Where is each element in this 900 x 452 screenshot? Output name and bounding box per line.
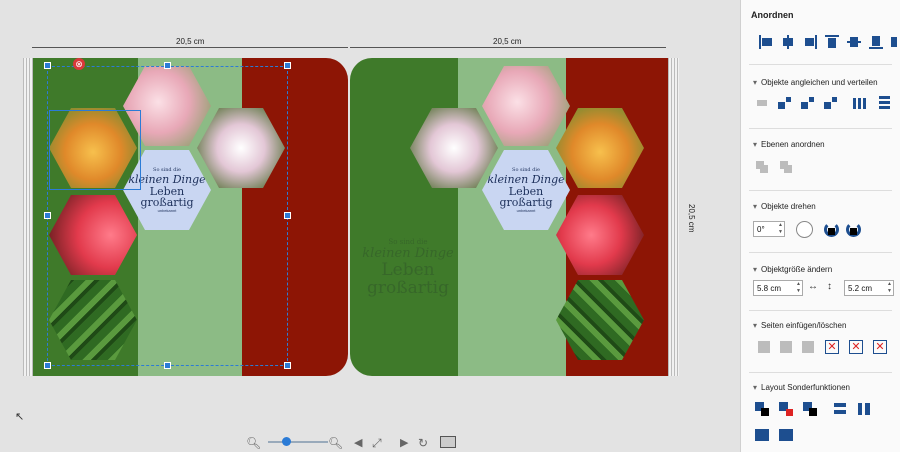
right-page[interactable]: So sind die kleinen Dinge Leben großarti… (350, 58, 668, 376)
dimension-label-left: 20,5 cm (176, 37, 205, 46)
resize-handle-bl[interactable] (44, 362, 51, 369)
book-edge-right (668, 58, 679, 376)
send-backward-icon (779, 160, 793, 174)
keyboard-icon[interactable] (440, 436, 456, 448)
align-center-h-icon[interactable] (781, 35, 795, 49)
insert-spread-icon (801, 340, 815, 354)
match-size-icon (755, 96, 769, 110)
watermark-line-4: großartig (366, 278, 449, 298)
rotation-dial-icon[interactable] (796, 221, 813, 238)
align-left-icon[interactable] (759, 35, 773, 49)
match-width-icon[interactable] (778, 96, 792, 110)
quote-line-5: unbekannt (516, 208, 536, 213)
rotate-left-icon[interactable] (823, 221, 840, 238)
resize-handle-ml[interactable] (44, 212, 51, 219)
delete-spread-icon[interactable]: ✕ (873, 340, 887, 354)
watermark-line-3: Leben (381, 260, 435, 280)
delete-object-icon[interactable]: ⊗ (73, 58, 85, 70)
layout-copy-icon[interactable] (803, 402, 817, 416)
delete-page-right-icon[interactable]: ✕ (849, 340, 863, 354)
more-align-icon[interactable] (891, 35, 900, 49)
layout-remove-icon[interactable] (779, 402, 793, 416)
height-input[interactable]: 5.2 cm ▲ ▼ (844, 280, 894, 296)
match-both-icon[interactable] (824, 96, 838, 110)
quote-line-4: großartig (499, 196, 553, 209)
section-align-distribute[interactable]: Objekte angleichen und verteilen (753, 78, 878, 87)
prev-page-icon[interactable]: ◀ (354, 436, 362, 449)
watermark-line-2: kleinen Dinge (362, 246, 454, 261)
separator (749, 190, 892, 191)
resize-handle-tr[interactable] (284, 62, 291, 69)
height-value: 5.2 cm (848, 284, 873, 293)
watermark-quote: So sind die kleinen Dinge Leben großarti… (358, 238, 458, 297)
separator (749, 372, 892, 373)
layout-columns-icon[interactable] (857, 402, 871, 416)
arrange-panel: Anordnen Objekte angleichen und verteile… (740, 0, 900, 452)
delete-page-left-icon[interactable]: ✕ (825, 340, 839, 354)
separator (749, 310, 892, 311)
panel-title: Anordnen (751, 10, 794, 20)
zoom-out-icon[interactable]: 🔍︎ (246, 436, 261, 450)
separator (749, 252, 892, 253)
bring-forward-icon (755, 160, 769, 174)
rotate-right-icon[interactable] (845, 221, 862, 238)
section-arrange-layers[interactable]: Ebenen anordnen (753, 140, 825, 149)
dimension-label-vertical: 20,5 cm (687, 204, 696, 233)
layout-swap-icon[interactable] (755, 402, 769, 416)
insert-page-before-icon (757, 340, 771, 354)
watermark-line-1: So sind die (388, 238, 428, 246)
resize-handle-tl[interactable] (44, 62, 51, 69)
match-height-icon[interactable] (801, 96, 815, 110)
spinner-icon[interactable]: ▲ ▼ (778, 222, 783, 236)
align-bottom-icon[interactable] (869, 35, 883, 49)
resize-handle-br[interactable] (284, 362, 291, 369)
zoom-slider-thumb[interactable] (282, 437, 291, 446)
zoom-slider[interactable] (268, 441, 328, 443)
resize-handle-tm[interactable] (164, 62, 171, 69)
align-right-icon[interactable] (803, 35, 817, 49)
layout-export-icon[interactable] (779, 428, 793, 442)
rotate-angle-value: 0° (757, 225, 765, 234)
dimension-label-right: 20,5 cm (493, 37, 522, 46)
separator (749, 64, 892, 65)
zoom-in-icon[interactable]: 🔍︎ (328, 436, 343, 450)
fit-icon[interactable]: ⤢ (372, 436, 382, 451)
left-page[interactable]: So sind die kleinen Dinge Leben großarti… (33, 58, 348, 376)
cursor-icon: ↖ (15, 411, 25, 423)
width-input[interactable]: 5.8 cm ▲ ▼ (753, 280, 803, 296)
align-middle-v-icon[interactable] (847, 35, 861, 49)
layout-stack-icon[interactable] (833, 402, 847, 416)
spinner-icon[interactable]: ▲ ▼ (887, 281, 892, 295)
section-layout-special[interactable]: Layout Sonderfunktionen (753, 383, 850, 392)
distribute-v-icon[interactable] (877, 96, 891, 110)
width-arrow-icon: ↔ (808, 281, 818, 292)
rotate-angle-input[interactable]: 0° ▲ ▼ (753, 221, 785, 237)
section-rotate[interactable]: Objekte drehen (753, 202, 816, 211)
rotate-view-icon[interactable]: ↻ (418, 436, 428, 450)
width-value: 5.8 cm (757, 284, 782, 293)
height-arrow-icon: ↕ (827, 281, 832, 292)
distribute-h-icon[interactable] (853, 96, 867, 110)
spinner-icon[interactable]: ▲ ▼ (796, 281, 801, 295)
canvas-area[interactable]: 20,5 cm 20,5 cm 20,5 cm So sind die klei… (0, 0, 740, 452)
section-pages[interactable]: Seiten einfügen/löschen (753, 321, 846, 330)
next-page-icon[interactable]: ▶ (400, 436, 408, 449)
dimension-line-left (32, 47, 348, 48)
layout-import-icon[interactable] (755, 428, 769, 442)
separator (749, 128, 892, 129)
align-top-icon[interactable] (825, 35, 839, 49)
dimension-line-right (350, 47, 666, 48)
resize-handle-mr[interactable] (284, 212, 291, 219)
book-edge-left (23, 58, 33, 376)
selected-object-frame[interactable] (49, 110, 141, 190)
section-object-size[interactable]: Objektgröße ändern (753, 265, 832, 274)
insert-page-after-icon (779, 340, 793, 354)
right-page-dark-green (350, 58, 458, 376)
resize-handle-bm[interactable] (164, 362, 171, 369)
